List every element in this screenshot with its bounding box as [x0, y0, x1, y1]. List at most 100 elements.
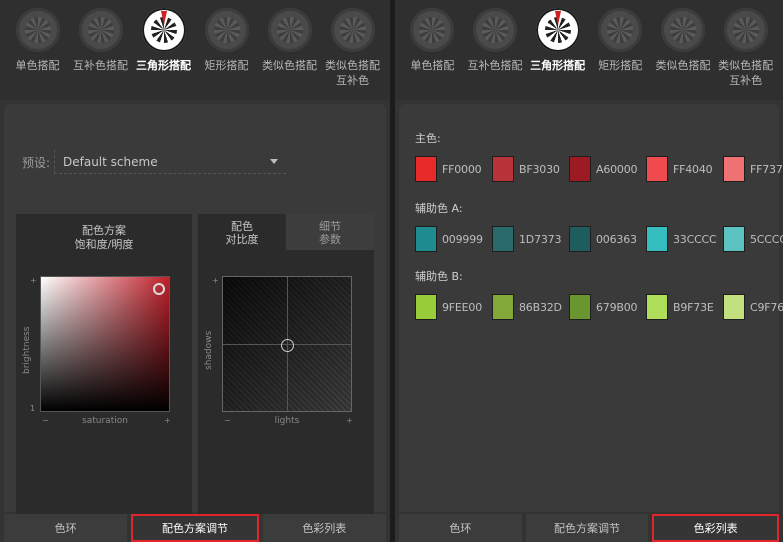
color-swatch[interactable]: 679B00	[569, 294, 638, 320]
scheme-label: 单色搭配	[410, 59, 455, 72]
swatch-chip[interactable]	[646, 226, 668, 252]
color-swatch[interactable]: FF7373	[723, 156, 783, 182]
swatch-chip[interactable]	[415, 156, 437, 182]
contrast-tabs: 配色 对比度 细节 参数	[198, 214, 374, 250]
tick-plus: +	[212, 276, 219, 285]
tab-color-list[interactable]: 色彩列表	[652, 514, 780, 542]
color-swatch[interactable]: 9FEE00	[415, 294, 484, 320]
scheme-label: 三角形搭配	[530, 59, 586, 72]
right-panel: 单色搭配 互补色搭配 三角形搭配 矩形搭配 类似色搭配 类似色搭配互补色 主色:…	[395, 0, 783, 542]
color-list-content: 主色: FF0000 BF3030 A60000 FF4040 FF7373 辅助色 A…	[399, 104, 783, 512]
preset-row: 预设: Default scheme	[22, 150, 286, 174]
scheme-complementary[interactable]: 互补色搭配	[465, 8, 525, 100]
scheme-mono[interactable]: 单色搭配	[402, 8, 462, 100]
hex-value: 1D7373	[519, 232, 562, 246]
swatch-chip[interactable]	[569, 226, 591, 252]
scheme-label: 互补色搭配	[467, 59, 523, 72]
swatch-chip[interactable]	[415, 294, 437, 320]
swatch-chip[interactable]	[415, 226, 437, 252]
color-swatch[interactable]: 33CCCC	[646, 226, 717, 252]
color-swatch[interactable]: 006363	[569, 226, 638, 252]
scheme-label: 类似色搭配互补色	[325, 59, 380, 87]
color-wheel-icon	[598, 8, 643, 52]
tick-plus: +	[164, 416, 171, 425]
tab-color-wheel[interactable]: 色环	[399, 514, 522, 542]
scheme-label: 互补色搭配	[73, 59, 128, 72]
color-swatch[interactable]: 86B32D	[492, 294, 562, 320]
color-swatch[interactable]: 1D7373	[492, 226, 561, 252]
swatch-chip[interactable]	[723, 156, 745, 182]
tick-one: 1	[30, 404, 36, 413]
swatch-chip[interactable]	[723, 226, 745, 252]
swatch-chip[interactable]	[492, 226, 514, 252]
hex-value: 009999	[442, 232, 483, 246]
preset-select[interactable]: Default scheme	[54, 150, 286, 174]
color-wheel-icon	[660, 8, 705, 52]
swatch-chip[interactable]	[492, 156, 514, 182]
tab-contrast[interactable]: 配色 对比度	[198, 214, 286, 250]
color-swatch[interactable]: C9F76F	[723, 294, 783, 320]
preset-value: Default scheme	[63, 154, 158, 169]
color-swatch[interactable]: A60000	[569, 156, 638, 182]
scheme-adjust-content: 预设: Default scheme 配色方案 饱和度/明度 brightnes…	[4, 104, 386, 514]
picker-knob[interactable]	[153, 283, 165, 295]
color-swatch[interactable]: FF0000	[415, 156, 484, 182]
tab-color-list[interactable]: 色彩列表	[262, 514, 386, 542]
color-wheel-icon	[723, 8, 768, 52]
main-color-label: 主色:	[415, 132, 441, 145]
tick-plus: +	[346, 416, 353, 425]
swatch-chip[interactable]	[492, 294, 514, 320]
scheme-rectangle[interactable]: 矩形搭配	[590, 8, 650, 100]
swatch-chip[interactable]	[723, 294, 745, 320]
pointer-icon	[160, 11, 167, 25]
tick-plus: +	[30, 276, 37, 285]
scheme-bar: 单色搭配 互补色搭配 三角形搭配 矩形搭配 类似色搭配 类似色搭配互补色	[0, 0, 390, 100]
axis-label-saturation: saturation	[82, 416, 128, 426]
aux-b-label: 辅助色 B:	[415, 270, 463, 283]
scheme-analogous-complement[interactable]: 类似色搭配互补色	[323, 8, 383, 100]
color-wheel-icon	[472, 8, 517, 52]
hex-value: 006363	[596, 232, 637, 246]
tab-scheme-adjust[interactable]: 配色方案调节	[131, 514, 259, 542]
color-swatch[interactable]: 009999	[415, 226, 484, 252]
tab-scheme-adjust[interactable]: 配色方案调节	[525, 514, 649, 542]
contrast-knob[interactable]	[281, 339, 294, 352]
scheme-mono[interactable]: 单色搭配	[8, 8, 68, 100]
scheme-label: 矩形搭配	[204, 59, 249, 72]
swatch-chip[interactable]	[569, 156, 591, 182]
contrast-area[interactable]	[222, 276, 352, 412]
scheme-analogous[interactable]: 类似色搭配	[260, 8, 320, 100]
scheme-analogous-complement[interactable]: 类似色搭配互补色	[716, 8, 776, 100]
pointer-icon	[554, 11, 561, 25]
hex-value: 33CCCC	[673, 232, 717, 246]
color-swatch[interactable]: 5CCCCC	[723, 226, 783, 252]
color-wheel-icon	[15, 8, 60, 52]
color-swatch[interactable]: FF4040	[646, 156, 715, 182]
hex-value: 9FEE00	[442, 300, 483, 314]
scheme-analogous[interactable]: 类似色搭配	[653, 8, 713, 100]
scheme-rectangle[interactable]: 矩形搭配	[197, 8, 257, 100]
saturation-brightness-picker: 配色方案 饱和度/明度 brightness + 1 − saturation …	[16, 214, 192, 514]
main-color-row: FF0000 BF3030 A60000 FF4040 FF7373	[415, 156, 783, 182]
saturation-brightness-area[interactable]	[40, 276, 170, 412]
color-swatch[interactable]: B9F73E	[646, 294, 715, 320]
scheme-label: 矩形搭配	[598, 59, 643, 72]
color-swatch[interactable]: BF3030	[492, 156, 561, 182]
swatch-chip[interactable]	[569, 294, 591, 320]
scheme-complementary[interactable]: 互补色搭配	[71, 8, 131, 100]
scheme-triad[interactable]: 三角形搭配	[134, 8, 194, 100]
color-wheel-icon	[410, 8, 455, 52]
scheme-label: 类似色搭配互补色	[718, 59, 774, 87]
color-wheel-icon	[267, 8, 312, 52]
bottom-tabs: 色环 配色方案调节 色彩列表	[395, 514, 783, 542]
scheme-label: 类似色搭配	[655, 59, 711, 72]
hex-value: B9F73E	[673, 300, 714, 314]
tab-color-wheel[interactable]: 色环	[4, 514, 128, 542]
contrast-picker: 配色 对比度 细节 参数 shadows + − lights +	[198, 214, 374, 514]
tab-details[interactable]: 细节 参数	[286, 214, 374, 250]
swatch-chip[interactable]	[646, 156, 668, 182]
swatch-chip[interactable]	[646, 294, 668, 320]
hex-value: A60000	[596, 162, 638, 176]
scheme-triad[interactable]: 三角形搭配	[528, 8, 588, 100]
hex-value: BF3030	[519, 162, 560, 176]
